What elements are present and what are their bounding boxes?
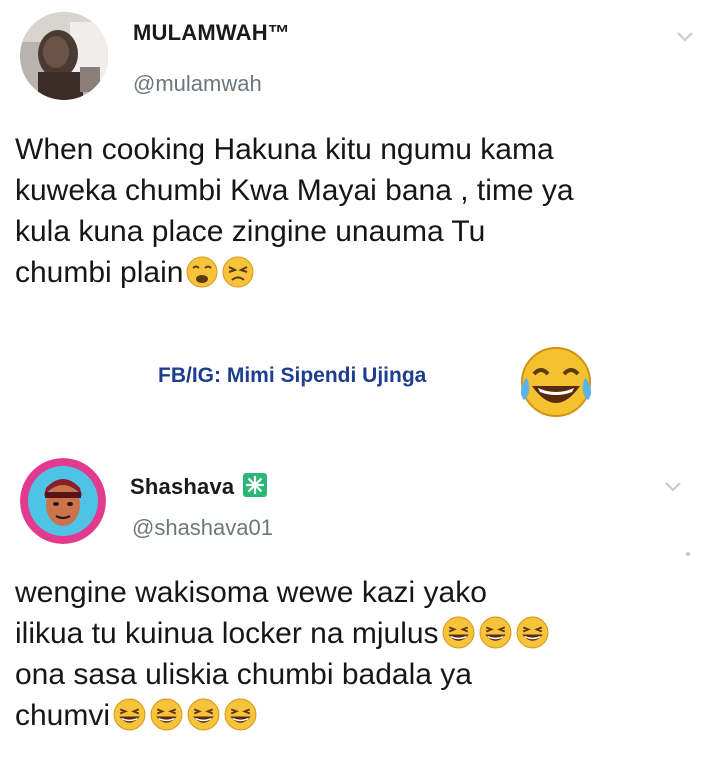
sparkle-badge-icon (242, 473, 267, 497)
tweet-line: When cooking Hakuna kitu ngumu kama (15, 133, 554, 166)
chevron-down-icon[interactable] (664, 481, 682, 493)
avatar[interactable] (20, 458, 106, 544)
tweet-line: wengine wakisoma wewe kazi yako (15, 576, 487, 609)
grinning-squinting-face-emoji (113, 698, 146, 731)
emoji-group (439, 616, 550, 650)
tweet-line: ilikua tu kuinua locker na mjulus (15, 617, 439, 650)
handle[interactable]: @shashava01 (132, 515, 273, 541)
grinning-squinting-face-emoji (442, 616, 475, 649)
display-name-row: Shashava (130, 472, 268, 500)
display-name[interactable]: Shashava (130, 474, 234, 499)
tweet-line: kula kuna place zingine unauma Tu (15, 215, 486, 248)
grinning-squinting-face-emoji (150, 698, 183, 731)
weary-face-emoji (186, 256, 218, 288)
tweet-line-last: chumbi plain (15, 252, 574, 293)
tweet-card: MULAMWAH™ @mulamwah When cooking Hakuna … (0, 0, 709, 440)
tears-of-joy-emoji (520, 347, 592, 417)
tweet-text: wengine wakisoma wewe kazi yako ilikua t… (15, 572, 550, 736)
tweet-line: chumvi (15, 699, 111, 732)
tweet-line-with-emojis: chumvi (15, 695, 550, 736)
handle[interactable]: @mulamwah (133, 71, 262, 97)
grinning-squinting-face-emoji (516, 616, 549, 649)
chevron-down-icon[interactable] (676, 31, 694, 43)
avatar[interactable] (20, 12, 108, 100)
display-name[interactable]: MULAMWAH™ (133, 20, 290, 46)
grinning-squinting-face-emoji (187, 698, 220, 731)
grinning-squinting-face-emoji (224, 698, 257, 731)
tweet-text: When cooking Hakuna kitu ngumu kama kuwe… (15, 129, 574, 293)
tweet-line: chumbi plain (15, 256, 184, 289)
tweet-line: ona sasa uliskia chumbi badala ya (15, 658, 472, 691)
tweet-line: kuweka chumbi Kwa Mayai bana , time ya (15, 174, 574, 207)
persevering-face-emoji (222, 256, 254, 288)
watermark-text: FB/IG: Mimi Sipendi Ujinga (158, 364, 427, 387)
grinning-squinting-face-emoji (479, 616, 512, 649)
tweet-line-with-emojis: ilikua tu kuinua locker na mjulus (15, 613, 550, 654)
emoji-group (110, 698, 258, 732)
